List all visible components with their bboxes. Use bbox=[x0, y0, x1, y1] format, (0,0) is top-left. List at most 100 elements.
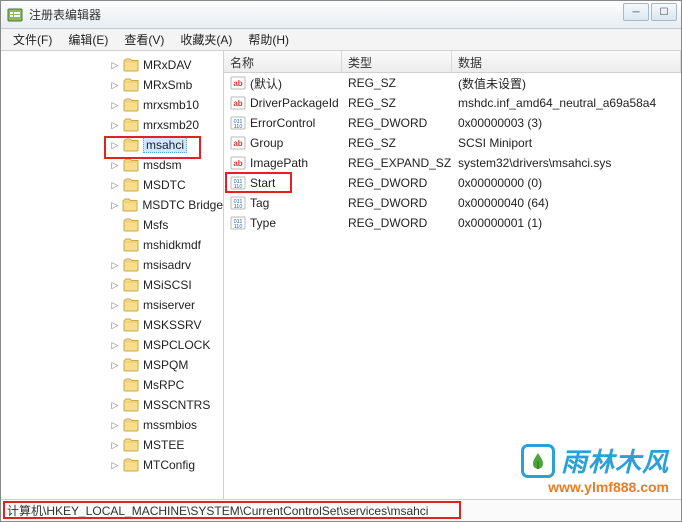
app-icon bbox=[7, 7, 23, 23]
tree-item-mspqm[interactable]: ▷ MSPQM bbox=[1, 355, 223, 375]
tree-item-label: MSPCLOCK bbox=[143, 338, 210, 352]
tree-item-msdtc[interactable]: ▷ MSDTC bbox=[1, 175, 223, 195]
titlebar: 注册表编辑器 ─ ☐ bbox=[1, 1, 681, 29]
value-name: ErrorControl bbox=[250, 116, 315, 130]
folder-icon bbox=[123, 278, 139, 292]
expand-icon[interactable]: ▷ bbox=[109, 320, 121, 331]
tree-item-label: MSPQM bbox=[143, 358, 188, 372]
tree-item-label: mrxsmb20 bbox=[143, 118, 199, 132]
tree-item-label: MSSCNTRS bbox=[143, 398, 210, 412]
tree-item-mssmbios[interactable]: ▷mssmbios bbox=[1, 415, 223, 435]
string-value-icon: ab bbox=[230, 95, 246, 111]
binary-value-icon: 011110 bbox=[230, 195, 246, 211]
list-body[interactable]: ab(默认)REG_SZ(数值未设置)abDriverPackageIdREG_… bbox=[224, 73, 681, 499]
folder-icon bbox=[122, 198, 138, 212]
table-row[interactable]: abDriverPackageIdREG_SZmshdc.inf_amd64_n… bbox=[224, 93, 681, 113]
expand-icon[interactable]: ▷ bbox=[109, 200, 120, 211]
value-name: ImagePath bbox=[250, 156, 308, 170]
tree-item-msahci[interactable]: ▷msahci bbox=[1, 135, 223, 155]
table-row[interactable]: 011110TagREG_DWORD0x00000040 (64) bbox=[224, 193, 681, 213]
tree-item-mstee[interactable]: ▷ MSTEE bbox=[1, 435, 223, 455]
table-row[interactable]: 011110TypeREG_DWORD0x00000001 (1) bbox=[224, 213, 681, 233]
expand-icon[interactable]: ▷ bbox=[109, 360, 121, 371]
expand-icon[interactable]: ▷ bbox=[109, 340, 121, 351]
folder-icon bbox=[123, 58, 139, 72]
maximize-button[interactable]: ☐ bbox=[651, 3, 677, 21]
expand-icon[interactable]: ▷ bbox=[109, 300, 121, 311]
tree-item-mspclock[interactable]: ▷ MSPCLOCK bbox=[1, 335, 223, 355]
tree-item-msiscsi[interactable]: ▷MSiSCSI bbox=[1, 275, 223, 295]
tree-item-label: mshidkmdf bbox=[143, 238, 201, 252]
table-row[interactable]: 011110StartREG_DWORD0x00000000 (0) bbox=[224, 173, 681, 193]
svg-text:110: 110 bbox=[234, 124, 243, 130]
tree-item-label: MSDTC bbox=[143, 178, 186, 192]
value-name: Tag bbox=[250, 196, 269, 210]
table-row[interactable]: 011110ErrorControlREG_DWORD0x00000003 (3… bbox=[224, 113, 681, 133]
tree-item-mrxdav[interactable]: ▷MRxDAV bbox=[1, 55, 223, 75]
minimize-button[interactable]: ─ bbox=[623, 3, 649, 21]
menu-favorites[interactable]: 收藏夹(A) bbox=[172, 29, 240, 50]
expand-icon[interactable]: ▷ bbox=[109, 260, 121, 271]
list-pane: 名称 类型 数据 ab(默认)REG_SZ(数值未设置)abDriverPack… bbox=[224, 51, 681, 499]
value-data: (数值未设置) bbox=[452, 75, 681, 92]
expand-icon[interactable]: ▷ bbox=[109, 400, 121, 411]
expand-icon[interactable]: ▷ bbox=[109, 80, 121, 91]
tree-item-label: MSTEE bbox=[143, 438, 184, 452]
expand-icon[interactable]: ▷ bbox=[109, 120, 121, 131]
expand-icon[interactable]: ▷ bbox=[109, 180, 121, 191]
tree-item-label: msiserver bbox=[143, 298, 195, 312]
tree-item-msdsm[interactable]: ▷msdsm bbox=[1, 155, 223, 175]
folder-icon bbox=[123, 318, 139, 332]
tree-item-label: msisadrv bbox=[143, 258, 191, 272]
expand-icon[interactable]: ▷ bbox=[109, 420, 121, 431]
value-type: REG_DWORD bbox=[342, 216, 452, 230]
tree-item-msisadrv[interactable]: ▷ msisadrv bbox=[1, 255, 223, 275]
expand-icon[interactable]: ▷ bbox=[109, 60, 121, 71]
tree-item-label: MRxSmb bbox=[143, 78, 192, 92]
binary-value-icon: 011110 bbox=[230, 175, 246, 191]
folder-icon bbox=[123, 178, 139, 192]
tree-item-msdtc bridge[interactable]: ▷ MSDTC Bridge bbox=[1, 195, 223, 215]
tree-item-mshidkmdf[interactable]: mshidkmdf bbox=[1, 235, 223, 255]
value-type: REG_EXPAND_SZ bbox=[342, 156, 452, 170]
tree-item-mskssrv[interactable]: ▷MSKSSRV bbox=[1, 315, 223, 335]
string-value-icon: ab bbox=[230, 135, 246, 151]
tree-item-label: MSDTC Bridge bbox=[142, 198, 223, 212]
value-type: REG_SZ bbox=[342, 136, 452, 150]
tree-item-mrxsmb20[interactable]: ▷ mrxsmb20 bbox=[1, 115, 223, 135]
expand-icon[interactable]: ▷ bbox=[109, 280, 121, 291]
string-value-icon: ab bbox=[230, 155, 246, 171]
folder-icon bbox=[123, 78, 139, 92]
tree-item-msiserver[interactable]: ▷ msiserver bbox=[1, 295, 223, 315]
expand-icon[interactable]: ▷ bbox=[109, 160, 121, 171]
menu-file[interactable]: 文件(F) bbox=[5, 29, 60, 50]
expand-icon[interactable]: ▷ bbox=[109, 440, 121, 451]
value-type: REG_DWORD bbox=[342, 116, 452, 130]
column-type[interactable]: 类型 bbox=[342, 51, 452, 72]
table-row[interactable]: abGroupREG_SZSCSI Miniport bbox=[224, 133, 681, 153]
table-row[interactable]: abImagePathREG_EXPAND_SZsystem32\drivers… bbox=[224, 153, 681, 173]
folder-icon bbox=[123, 138, 139, 152]
folder-icon bbox=[123, 338, 139, 352]
table-row[interactable]: ab(默认)REG_SZ(数值未设置) bbox=[224, 73, 681, 93]
value-data: SCSI Miniport bbox=[452, 136, 681, 150]
folder-icon bbox=[123, 398, 139, 412]
folder-icon bbox=[123, 378, 139, 392]
expand-icon[interactable]: ▷ bbox=[109, 140, 121, 151]
tree-item-msscntrs[interactable]: ▷ MSSCNTRS bbox=[1, 395, 223, 415]
menu-edit[interactable]: 编辑(E) bbox=[60, 29, 116, 50]
column-name[interactable]: 名称 bbox=[224, 51, 342, 72]
tree-item-mrxsmb[interactable]: ▷ MRxSmb bbox=[1, 75, 223, 95]
tree-item-msrpc[interactable]: MsRPC bbox=[1, 375, 223, 395]
tree-item-mtconfig[interactable]: ▷MTConfig bbox=[1, 455, 223, 475]
window-title: 注册表编辑器 bbox=[29, 6, 101, 23]
menu-view[interactable]: 查看(V) bbox=[116, 29, 172, 50]
value-data: 0x00000000 (0) bbox=[452, 176, 681, 190]
tree-pane[interactable]: ▷MRxDAV▷MRxSmb▷mrxsmb10▷mrxsmb20▷msahci▷… bbox=[1, 51, 224, 499]
tree-item-mrxsmb10[interactable]: ▷mrxsmb10 bbox=[1, 95, 223, 115]
menu-help[interactable]: 帮助(H) bbox=[240, 29, 297, 50]
expand-icon[interactable]: ▷ bbox=[109, 100, 121, 111]
tree-item-msfs[interactable]: Msfs bbox=[1, 215, 223, 235]
column-data[interactable]: 数据 bbox=[452, 51, 681, 72]
expand-icon[interactable]: ▷ bbox=[109, 460, 121, 471]
